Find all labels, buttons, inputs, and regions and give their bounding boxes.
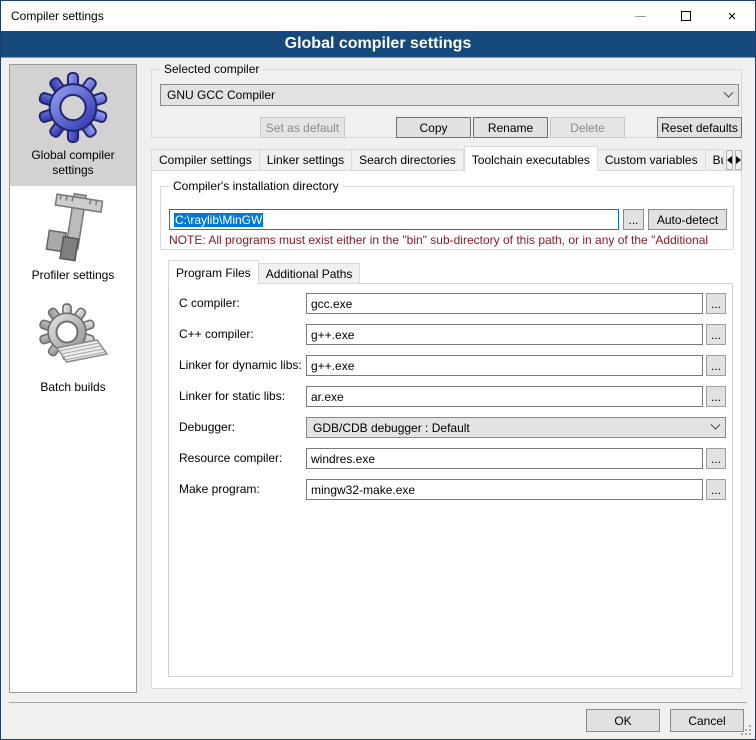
cpp-compiler-input[interactable]: g++.exe — [306, 324, 703, 345]
linker-dynamic-browse-button[interactable]: ... — [706, 355, 726, 376]
rename-button[interactable]: Rename — [473, 117, 548, 138]
chevron-down-icon — [724, 87, 734, 97]
linker-dynamic-label: Linker for dynamic libs: — [179, 355, 302, 376]
selected-compiler-dropdown[interactable]: GNU GCC Compiler — [160, 84, 739, 106]
cpp-compiler-label: C++ compiler: — [179, 324, 254, 345]
toolchain-executables-page: Compiler's installation directory C:\ray… — [151, 170, 742, 689]
c-compiler-label: C compiler: — [179, 293, 240, 314]
c-compiler-value: gcc.exe — [311, 297, 352, 311]
c-compiler-input[interactable]: gcc.exe — [306, 293, 703, 314]
auto-detect-button[interactable]: Auto-detect — [648, 209, 727, 230]
make-program-value: mingw32-make.exe — [311, 483, 415, 497]
installation-directory-value: C:\raylib\MinGW — [174, 213, 263, 227]
debugger-value: GDB/CDB debugger : Default — [313, 421, 470, 435]
close-icon: × — [728, 9, 737, 24]
delete-button[interactable]: Delete — [550, 117, 625, 138]
browse-directory-button[interactable]: ... — [623, 209, 644, 230]
resize-grip[interactable] — [740, 724, 752, 736]
subtab-program-files[interactable]: Program Files — [168, 260, 259, 285]
program-files-tab-strip: Program Files Additional Paths — [168, 259, 360, 284]
settings-sidebar: Global compiler settings Profiler settin… — [9, 64, 137, 693]
selected-compiler-group-label: Selected compiler — [160, 62, 263, 76]
resource-compiler-input[interactable]: windres.exe — [306, 448, 703, 469]
make-program-input[interactable]: mingw32-make.exe — [306, 479, 703, 500]
program-files-page: C compiler: gcc.exe ... C++ compiler: g+… — [168, 283, 733, 677]
maximize-icon — [681, 11, 691, 21]
sidebar-item-label: Batch builds — [40, 380, 105, 395]
debugger-label: Debugger: — [179, 417, 235, 438]
tab-build-options-clipped[interactable]: Build — [706, 149, 724, 171]
c-compiler-browse-button[interactable]: ... — [706, 293, 726, 314]
tab-linker-settings[interactable]: Linker settings — [260, 149, 352, 171]
set-as-default-button[interactable]: Set as default — [260, 117, 345, 138]
subtab-additional-paths[interactable]: Additional Paths — [259, 263, 361, 284]
cpp-compiler-value: g++.exe — [311, 328, 354, 342]
gear-batch-icon — [35, 302, 111, 376]
bin-subdirectory-note: NOTE: All programs must exist either in … — [169, 233, 731, 247]
tab-custom-variables[interactable]: Custom variables — [598, 149, 706, 171]
linker-dynamic-input[interactable]: g++.exe — [306, 355, 703, 376]
chevron-down-icon — [711, 420, 721, 430]
linker-dynamic-value: g++.exe — [311, 359, 354, 373]
sidebar-item-batch-builds[interactable]: Batch builds — [10, 296, 136, 408]
page-title: Global compiler settings — [285, 35, 472, 53]
title-bar: Compiler settings × — [1, 1, 755, 31]
sidebar-item-profiler-settings[interactable]: Profiler settings — [10, 186, 136, 296]
linker-static-label: Linker for static libs: — [179, 386, 285, 407]
minimize-button[interactable] — [617, 1, 663, 31]
tab-scroll-left-button[interactable] — [726, 150, 733, 170]
gear-blue-icon — [36, 71, 110, 144]
resource-compiler-browse-button[interactable]: ... — [706, 448, 726, 469]
ok-button[interactable]: OK — [586, 709, 660, 732]
tab-toolchain-executables[interactable]: Toolchain executables — [464, 146, 598, 171]
tab-scroll-right-button[interactable] — [735, 150, 742, 170]
window-controls: × — [617, 1, 755, 31]
cancel-button[interactable]: Cancel — [670, 709, 744, 732]
maximize-button[interactable] — [663, 1, 709, 31]
make-program-browse-button[interactable]: ... — [706, 479, 726, 500]
compiler-settings-dialog: Compiler settings × Global compiler sett… — [0, 0, 756, 740]
linker-static-browse-button[interactable]: ... — [706, 386, 726, 407]
arrow-left-icon — [727, 156, 732, 164]
linker-static-input[interactable]: ar.exe — [306, 386, 703, 407]
window-title: Compiler settings — [11, 9, 104, 23]
main-tab-strip: Compiler settings Linker settings Search… — [151, 145, 742, 171]
caliper-icon — [38, 192, 108, 264]
page-banner: Global compiler settings — [1, 31, 755, 58]
tab-compiler-settings[interactable]: Compiler settings — [151, 149, 260, 171]
make-program-label: Make program: — [179, 479, 260, 500]
tab-search-directories[interactable]: Search directories — [352, 149, 464, 171]
installation-directory-input[interactable]: C:\raylib\MinGW — [169, 209, 619, 230]
copy-button[interactable]: Copy — [396, 117, 471, 138]
footer-separator — [9, 702, 747, 703]
selected-compiler-group: Selected compiler GNU GCC Compiler Set a… — [151, 69, 742, 138]
installation-directory-group: Compiler's installation directory C:\ray… — [160, 186, 734, 250]
minimize-icon — [635, 16, 646, 17]
resource-compiler-value: windres.exe — [311, 452, 375, 466]
linker-static-value: ar.exe — [311, 390, 344, 404]
cpp-compiler-browse-button[interactable]: ... — [706, 324, 726, 345]
arrow-right-icon — [736, 156, 741, 164]
sidebar-item-label: Profiler settings — [32, 268, 115, 283]
debugger-dropdown[interactable]: GDB/CDB debugger : Default — [306, 417, 726, 438]
installation-directory-group-label: Compiler's installation directory — [169, 179, 343, 193]
reset-defaults-button[interactable]: Reset defaults — [657, 117, 742, 138]
sidebar-item-label: Global compiler settings — [14, 148, 132, 178]
selected-compiler-value: GNU GCC Compiler — [167, 88, 275, 102]
resource-compiler-label: Resource compiler: — [179, 448, 282, 469]
close-button[interactable]: × — [709, 1, 755, 31]
sidebar-item-global-compiler-settings[interactable]: Global compiler settings — [10, 65, 136, 186]
